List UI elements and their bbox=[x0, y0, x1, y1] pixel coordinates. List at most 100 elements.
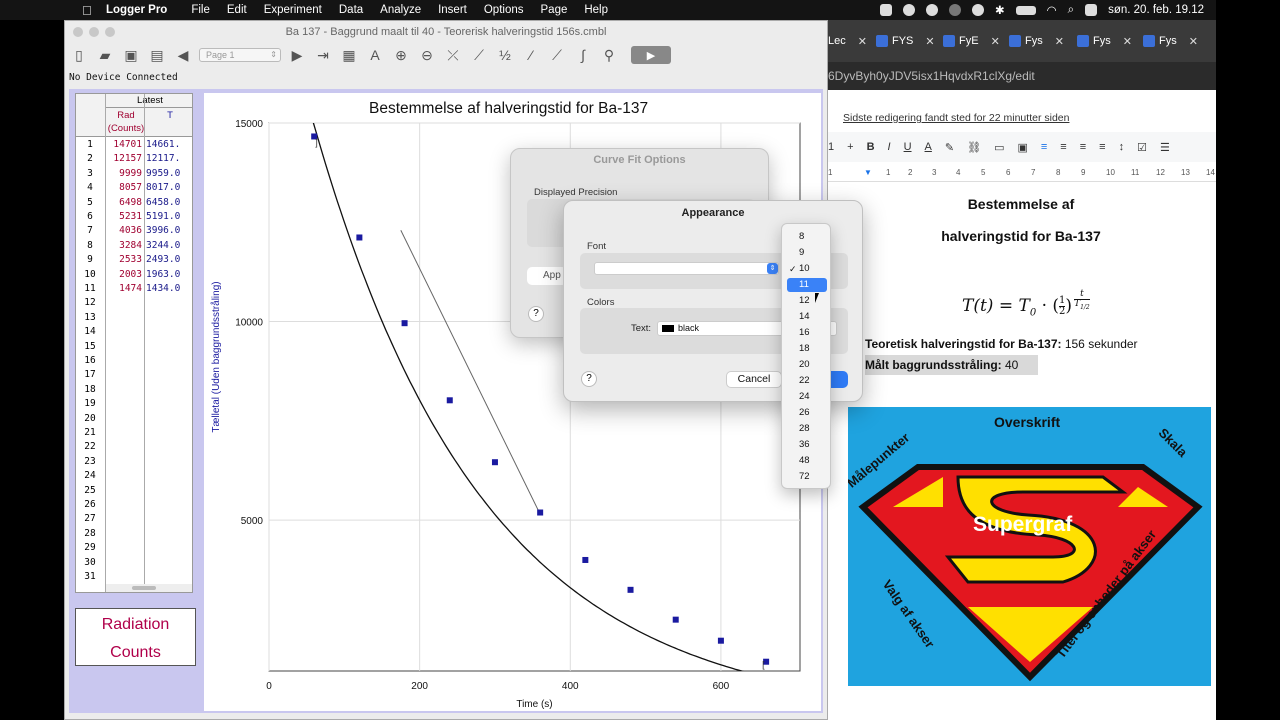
close-window-button[interactable] bbox=[73, 27, 83, 37]
table-row[interactable]: 18 bbox=[76, 383, 192, 397]
table-row[interactable]: 12 bbox=[76, 296, 192, 310]
t-cell[interactable]: 12117. bbox=[146, 152, 186, 166]
table-row[interactable]: 23 bbox=[76, 455, 192, 469]
forward-page-icon[interactable]: ▶ bbox=[287, 46, 307, 64]
status-icon[interactable] bbox=[971, 4, 984, 16]
search-icon[interactable]: ⌕ bbox=[1068, 4, 1074, 17]
font-size-option[interactable]: 18 bbox=[787, 342, 827, 356]
data-point[interactable] bbox=[672, 616, 679, 623]
font-size-option[interactable]: 11 bbox=[787, 278, 827, 292]
bold-button[interactable]: B bbox=[867, 141, 875, 153]
t-cell[interactable]: 6458.0 bbox=[146, 196, 186, 210]
font-size-option[interactable]: 36 bbox=[787, 438, 827, 452]
curve-fit-icon[interactable]: ∫ bbox=[573, 46, 593, 64]
table-row[interactable]: 2 12157 12117. bbox=[76, 152, 192, 166]
appearance-help-button[interactable]: ? bbox=[581, 371, 597, 387]
font-size-option[interactable]: 14 bbox=[787, 310, 827, 324]
rad-cell[interactable]: 2003 bbox=[106, 268, 142, 282]
menu-app[interactable]: Logger Pro bbox=[106, 4, 167, 16]
align-left-icon[interactable]: ≡ bbox=[1041, 141, 1047, 153]
curve-fit-help-button[interactable]: ? bbox=[528, 306, 544, 322]
menu-insert[interactable]: Insert bbox=[438, 4, 467, 16]
browser-tab[interactable]: FYS ✕ bbox=[876, 32, 935, 50]
browser-tab[interactable]: Lec ✕ bbox=[828, 32, 867, 50]
font-size-option[interactable]: ✓ 10 bbox=[787, 262, 827, 276]
control-center-icon[interactable] bbox=[1085, 4, 1098, 16]
menu-analyze[interactable]: Analyze bbox=[380, 4, 421, 16]
close-icon[interactable]: ✕ bbox=[991, 35, 1000, 48]
cancel-button[interactable]: Cancel bbox=[726, 371, 782, 388]
font-size-option[interactable]: 22 bbox=[787, 374, 827, 388]
table-scrollbar[interactable] bbox=[106, 584, 192, 592]
close-icon[interactable]: ✕ bbox=[1055, 35, 1064, 48]
data-point[interactable] bbox=[627, 586, 634, 593]
table-row[interactable]: 6 5231 5191.0 bbox=[76, 210, 192, 224]
browser-tab[interactable]: Fys ✕ bbox=[1077, 32, 1132, 50]
indent-marker-icon[interactable]: ▼ bbox=[864, 168, 872, 177]
data-point[interactable] bbox=[356, 234, 363, 241]
text-annotation-icon[interactable]: A bbox=[365, 46, 385, 64]
table-row[interactable]: 24 bbox=[76, 469, 192, 483]
menu-data[interactable]: Data bbox=[339, 4, 363, 16]
bullet-list-icon[interactable]: ☰ bbox=[1160, 141, 1170, 154]
apple-icon[interactable]:  bbox=[82, 3, 100, 18]
table-row[interactable]: 10 2003 1963.0 bbox=[76, 268, 192, 282]
font-size-option[interactable]: 26 bbox=[787, 406, 827, 420]
data-point[interactable] bbox=[446, 397, 453, 404]
align-center-icon[interactable]: ≡ bbox=[1060, 141, 1066, 153]
menu-experiment[interactable]: Experiment bbox=[264, 4, 322, 16]
range-bracket-icon[interactable]: ] bbox=[315, 137, 318, 147]
t-cell[interactable]: 9959.0 bbox=[146, 167, 186, 181]
bluetooth-icon[interactable]: ✱ bbox=[995, 3, 1005, 17]
comment-icon[interactable]: ▭ bbox=[994, 141, 1004, 154]
t-cell[interactable]: 1963.0 bbox=[146, 268, 186, 282]
table-row[interactable]: 9 2533 2493.0 bbox=[76, 253, 192, 267]
rad-cell[interactable]: 1474 bbox=[106, 282, 142, 296]
table-row[interactable]: 3 9999 9959.0 bbox=[76, 167, 192, 181]
table-row[interactable]: 16 bbox=[76, 354, 192, 368]
font-size-option[interactable]: 9 bbox=[787, 246, 827, 260]
rad-cell[interactable]: 4036 bbox=[106, 224, 142, 238]
table-row[interactable]: 7 4036 3996.0 bbox=[76, 224, 192, 238]
data-point[interactable] bbox=[582, 556, 589, 563]
rad-cell[interactable]: 3284 bbox=[106, 239, 142, 253]
model-icon[interactable]: ⚲ bbox=[599, 46, 619, 64]
italic-button[interactable]: I bbox=[888, 141, 891, 153]
table-row[interactable]: 5 6498 6458.0 bbox=[76, 196, 192, 210]
font-size-option[interactable]: 24 bbox=[787, 390, 827, 404]
table-row[interactable]: 21 bbox=[76, 426, 192, 440]
radiation-meter[interactable]: Radiation Counts bbox=[75, 608, 196, 666]
table-row[interactable]: 22 bbox=[76, 440, 192, 454]
align-right-icon[interactable]: ≡ bbox=[1080, 141, 1086, 153]
t-cell[interactable]: 5191.0 bbox=[146, 210, 186, 224]
table-row[interactable]: 29 bbox=[76, 541, 192, 555]
line-spacing-icon[interactable]: ↕ bbox=[1119, 141, 1125, 153]
wifi-icon[interactable]: ◠ bbox=[1047, 3, 1057, 17]
table-row[interactable]: 20 bbox=[76, 412, 192, 426]
t-cell[interactable]: 3244.0 bbox=[146, 239, 186, 253]
menu-help[interactable]: Help bbox=[584, 4, 608, 16]
menu-edit[interactable]: Edit bbox=[227, 4, 247, 16]
link-icon[interactable]: ⛓ bbox=[967, 141, 981, 154]
t-cell[interactable]: 14661. bbox=[146, 138, 186, 152]
data-point[interactable] bbox=[717, 637, 724, 644]
creative-cloud-icon[interactable] bbox=[925, 4, 938, 16]
zoom-out-icon[interactable]: ⊖ bbox=[417, 46, 437, 64]
rad-cell[interactable]: 14701 bbox=[106, 138, 142, 152]
t-cell[interactable]: 3996.0 bbox=[146, 224, 186, 238]
table-row[interactable]: 28 bbox=[76, 527, 192, 541]
menu-page[interactable]: Page bbox=[541, 4, 568, 16]
menu-options[interactable]: Options bbox=[484, 4, 524, 16]
column-header-t[interactable]: T bbox=[146, 109, 192, 122]
close-icon[interactable]: ✕ bbox=[925, 35, 934, 48]
rad-cell[interactable]: 9999 bbox=[106, 167, 142, 181]
table-row[interactable]: 17 bbox=[76, 368, 192, 382]
battery-icon[interactable] bbox=[1015, 5, 1036, 15]
table-row[interactable]: 1 14701 14661. bbox=[76, 138, 192, 152]
page-select[interactable]: Page 1 bbox=[199, 48, 281, 62]
shield-icon[interactable] bbox=[902, 4, 915, 16]
font-size-option[interactable]: 28 bbox=[787, 422, 827, 436]
zoom-in-icon[interactable]: ⊕ bbox=[391, 46, 411, 64]
table-row[interactable]: 13 bbox=[76, 311, 192, 325]
open-folder-icon[interactable]: ▰ bbox=[95, 46, 115, 64]
